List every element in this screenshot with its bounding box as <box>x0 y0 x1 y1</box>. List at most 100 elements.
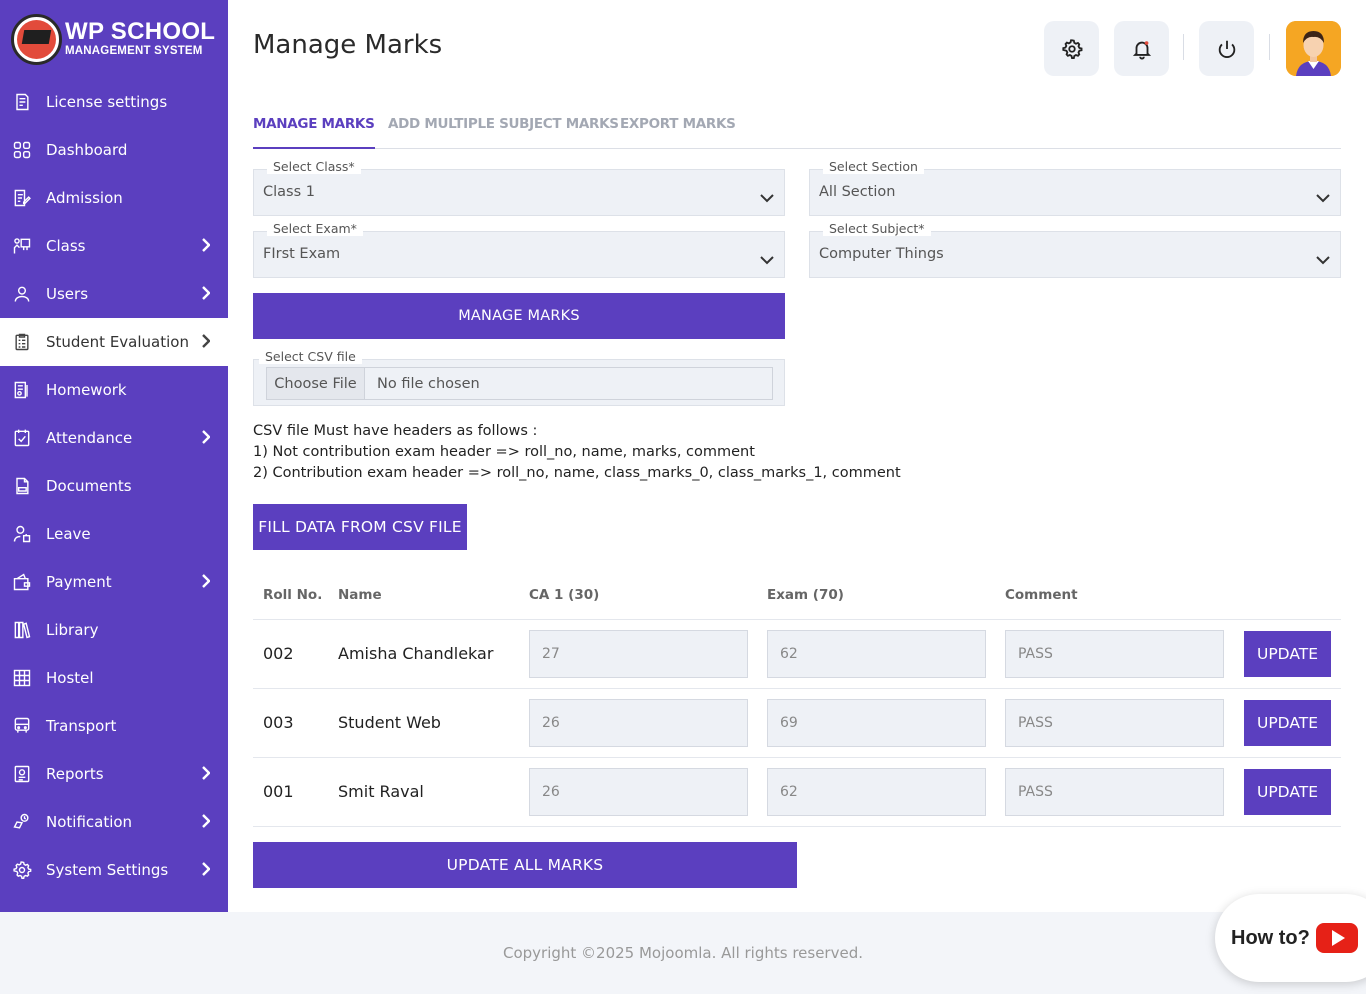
exam-marks-input[interactable]: 69 <box>767 699 986 747</box>
sidebar-item-class[interactable]: Class <box>0 222 228 270</box>
sidebar-item-label: Payment <box>46 573 112 591</box>
roll-number: 003 <box>263 713 294 732</box>
dashboard-icon <box>11 139 33 161</box>
logout-button[interactable] <box>1199 21 1254 76</box>
sidebar-item-label: Attendance <box>46 429 133 447</box>
section-select-value: All Section <box>819 184 896 200</box>
chevron-right-icon <box>202 574 211 588</box>
csv-file-field: Select CSV file Choose File No file chos… <box>253 349 785 406</box>
tab-bar: MANAGE MARKS ADD MULTIPLE SUBJECT MARKS … <box>253 110 1341 149</box>
exam-select-label: Select Exam* <box>267 221 363 236</box>
section-select[interactable]: Select Section All Section <box>809 159 1341 216</box>
evaluation-icon <box>11 331 33 353</box>
student-name: Smit Raval <box>338 782 424 801</box>
exam-marks-input[interactable]: 62 <box>767 630 986 678</box>
notifications-button[interactable] <box>1114 21 1169 76</box>
sidebar-item-admission[interactable]: Admission <box>0 174 228 222</box>
sidebar-item-leave[interactable]: Leave <box>0 510 228 558</box>
sidebar-item-label: Admission <box>46 189 123 207</box>
tab-add-multiple-subject-marks[interactable]: ADD MULTIPLE SUBJECT MARKS <box>388 116 619 132</box>
chevron-right-icon <box>202 814 211 828</box>
bell-icon <box>1132 40 1151 60</box>
sidebar-item-hostel[interactable]: Hostel <box>0 654 228 702</box>
avatar-icon <box>1286 21 1341 76</box>
ca-marks-input[interactable]: 26 <box>529 768 748 816</box>
manage-marks-button[interactable]: MANAGE MARKS <box>253 293 785 339</box>
fill-from-csv-button[interactable]: FILL DATA FROM CSV FILE <box>253 504 467 550</box>
brand-logo[interactable]: WP SCHOOL MANAGEMENT SYSTEM <box>0 0 228 78</box>
comment-input[interactable]: PASS <box>1005 768 1224 816</box>
sidebar-item-attendance[interactable]: Attendance <box>0 414 228 462</box>
update-button[interactable]: UPDATE <box>1244 700 1331 746</box>
settings-button[interactable] <box>1044 21 1099 76</box>
class-select-value: Class 1 <box>263 184 315 200</box>
reports-icon <box>11 763 33 785</box>
class-select[interactable]: Select Class* Class 1 <box>253 159 785 216</box>
column-header-exam: Exam (70) <box>767 587 844 603</box>
settings-icon <box>11 859 33 881</box>
sidebar-item-users[interactable]: Users <box>0 270 228 318</box>
class-icon <box>11 235 33 257</box>
power-icon <box>1218 40 1235 58</box>
sidebar-item-label: Class <box>46 237 86 255</box>
column-header-ca: CA 1 (30) <box>529 587 600 603</box>
sidebar-item-transport[interactable]: Transport <box>0 702 228 750</box>
sidebar-item-notification[interactable]: Notification <box>0 798 228 846</box>
csv-note-line: 1) Not contribution exam header => roll_… <box>253 444 755 460</box>
payment-icon <box>11 571 33 593</box>
update-button[interactable]: UPDATE <box>1244 769 1331 815</box>
chevron-down-icon <box>1316 188 1330 203</box>
sidebar-item-dashboard[interactable]: Dashboard <box>0 126 228 174</box>
sidebar-item-label: Reports <box>46 765 104 783</box>
sidebar-item-license-settings[interactable]: License settings <box>0 78 228 126</box>
ca-marks-input[interactable]: 26 <box>529 699 748 747</box>
update-button[interactable]: UPDATE <box>1244 631 1331 677</box>
choose-file-button[interactable]: Choose File <box>267 368 365 399</box>
main-content: Manage Marks MANAGE MARKS ADD MULTIPLE S… <box>228 0 1366 912</box>
sidebar-menu: License settings Dashboard Admission Class U… <box>0 78 228 894</box>
subject-select-value: Computer Things <box>819 246 944 262</box>
homework-icon <box>11 379 33 401</box>
sidebar-item-label: System Settings <box>46 861 169 879</box>
sidebar: WP SCHOOL MANAGEMENT SYSTEM License sett… <box>0 0 228 912</box>
sidebar-item-system-settings[interactable]: System Settings <box>0 846 228 894</box>
tab-export-marks[interactable]: EXPORT MARKS <box>620 116 736 132</box>
csv-file-input[interactable]: Choose File No file chosen <box>266 367 773 400</box>
chevron-down-icon <box>1316 250 1330 265</box>
sidebar-item-homework[interactable]: Homework <box>0 366 228 414</box>
table-row: 002 Amisha Chandlekar 27 62 PASS UPDATE <box>253 620 1341 689</box>
csv-file-label: Select CSV file <box>259 349 362 364</box>
comment-input[interactable]: PASS <box>1005 630 1224 678</box>
sidebar-item-documents[interactable]: Documents <box>0 462 228 510</box>
chevron-right-icon <box>202 238 211 252</box>
update-all-marks-button[interactable]: UPDATE ALL MARKS <box>253 842 797 888</box>
sidebar-item-student-evaluation[interactable]: Student Evaluation <box>0 318 228 366</box>
exam-select[interactable]: Select Exam* FIrst Exam <box>253 221 785 278</box>
student-name: Student Web <box>338 713 441 732</box>
leave-icon <box>11 523 33 545</box>
sidebar-item-label: License settings <box>46 93 168 111</box>
divider <box>1183 34 1184 60</box>
brand-subtitle: MANAGEMENT SYSTEM <box>65 45 203 58</box>
table-row: 003 Student Web 26 69 PASS UPDATE <box>253 689 1341 758</box>
csv-note-line: 2) Contribution exam header => roll_no, … <box>253 465 901 481</box>
how-to-label: How to? <box>1231 926 1310 949</box>
sidebar-item-reports[interactable]: Reports <box>0 750 228 798</box>
csv-note-line: CSV file Must have headers as follows : <box>253 423 538 439</box>
how-to-help-button[interactable]: How to? <box>1215 894 1366 982</box>
license-icon <box>11 91 33 113</box>
sidebar-item-label: Documents <box>46 477 132 495</box>
subject-select[interactable]: Select Subject* Computer Things <box>809 221 1341 278</box>
user-avatar[interactable] <box>1286 21 1341 76</box>
exam-select-value: FIrst Exam <box>263 246 341 262</box>
sidebar-item-label: Hostel <box>46 669 94 687</box>
gear-icon <box>1061 38 1082 59</box>
exam-marks-input[interactable]: 62 <box>767 768 986 816</box>
sidebar-item-library[interactable]: Library <box>0 606 228 654</box>
sidebar-item-label: Dashboard <box>46 141 128 159</box>
youtube-icon <box>1315 923 1358 953</box>
ca-marks-input[interactable]: 27 <box>529 630 748 678</box>
sidebar-item-payment[interactable]: Payment <box>0 558 228 606</box>
tab-manage-marks[interactable]: MANAGE MARKS <box>253 116 375 149</box>
comment-input[interactable]: PASS <box>1005 699 1224 747</box>
